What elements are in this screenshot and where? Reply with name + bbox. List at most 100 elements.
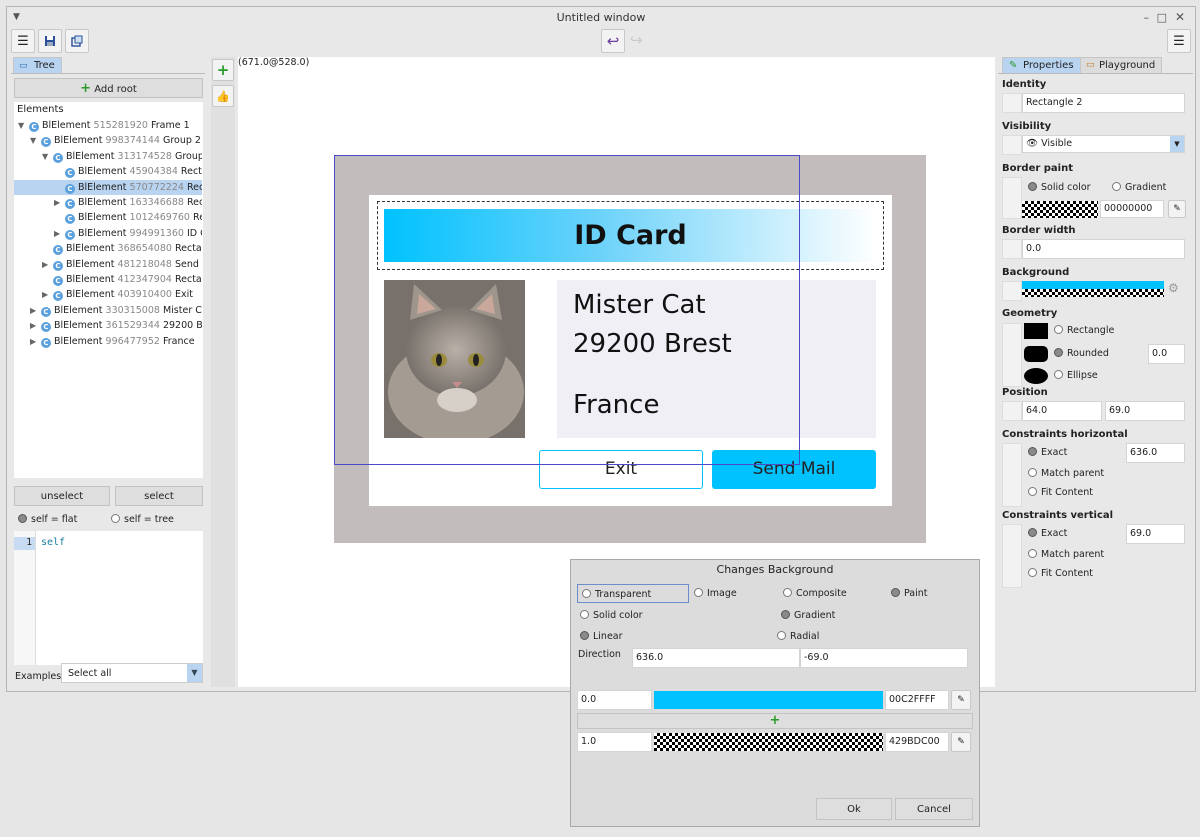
- gradient-radio[interactable]: Gradient: [781, 610, 835, 621]
- menu-button[interactable]: ☰: [11, 29, 35, 53]
- visibility-select[interactable]: 👁 Visible ▼: [1022, 135, 1185, 153]
- stop2-color-field[interactable]: 429BDC00: [885, 732, 949, 752]
- window-menu-icon[interactable]: ▼: [13, 7, 20, 28]
- stop2-position-field[interactable]: 1.0: [577, 732, 652, 752]
- composite-radio[interactable]: Composite: [783, 588, 847, 599]
- minimize-icon[interactable]: –: [1144, 7, 1150, 28]
- tree-row[interactable]: ▶CBlElement 361529344 29200 Brest: [14, 318, 202, 333]
- border-gradient-radio[interactable]: Gradient: [1112, 182, 1166, 193]
- border-solid-radio[interactable]: Solid color: [1028, 182, 1091, 193]
- gear-icon[interactable]: ⚙: [1168, 281, 1179, 295]
- select-button[interactable]: select: [115, 486, 203, 506]
- self-flat-radio[interactable]: self = flat: [18, 514, 77, 525]
- geo-ellipse-radio[interactable]: Ellipse: [1054, 370, 1098, 381]
- geo-rounded-radio[interactable]: Rounded: [1054, 348, 1109, 359]
- ch-fit-radio[interactable]: Fit Content: [1028, 487, 1093, 498]
- add-root-button[interactable]: + Add root: [14, 78, 203, 98]
- visibility-edit-icon[interactable]: [1002, 135, 1022, 155]
- collapsed-arrow-icon[interactable]: ▶: [54, 195, 65, 210]
- self-tree-radio[interactable]: self = tree: [111, 514, 174, 525]
- tab-tree[interactable]: ▭ Tree: [13, 57, 62, 73]
- ch-exact-field[interactable]: 636.0: [1126, 443, 1185, 463]
- eyedropper-button[interactable]: ✎: [1168, 200, 1186, 218]
- collapsed-arrow-icon[interactable]: ▶: [54, 226, 65, 241]
- cv-exact-field[interactable]: 69.0: [1126, 524, 1185, 544]
- examples-select[interactable]: Select all ▼: [61, 663, 203, 683]
- background-edit-icon[interactable]: [1002, 281, 1022, 301]
- collapsed-arrow-icon[interactable]: ▶: [30, 334, 41, 349]
- constraints-v-edit-icon[interactable]: [1002, 524, 1022, 588]
- tree-row[interactable]: CBlElement 368654080 Rectangle: [14, 241, 202, 256]
- paint-radio[interactable]: Paint: [891, 588, 928, 599]
- stop1-eyedropper-button[interactable]: ✎: [951, 690, 971, 710]
- position-y-field[interactable]: 69.0: [1105, 401, 1185, 421]
- tree-row[interactable]: ▶ C BlElement 403910400 Exit: [14, 287, 202, 302]
- tab-properties[interactable]: ✎ Properties: [1002, 57, 1081, 73]
- identity-edit-icon[interactable]: [1002, 93, 1022, 113]
- cv-match-radio[interactable]: Match parent: [1028, 549, 1104, 560]
- border-width-edit-icon[interactable]: [1002, 239, 1022, 259]
- tree-row[interactable]: ▶CBlElement 163346688 Rectan: [14, 195, 202, 210]
- border-color-field[interactable]: 00000000: [1100, 200, 1164, 218]
- linear-radio[interactable]: Linear: [580, 631, 623, 642]
- tree-row[interactable]: CBlElement 570772224 Rectan: [14, 179, 202, 195]
- image-radio[interactable]: Image: [694, 588, 737, 599]
- tree-row[interactable]: CBlElement 1012469760 Recta: [14, 210, 202, 225]
- redo-button[interactable]: ↪: [630, 31, 643, 49]
- geo-rounded-field[interactable]: 0.0: [1148, 344, 1185, 364]
- cv-fit-radio[interactable]: Fit Content: [1028, 568, 1093, 579]
- maximize-icon[interactable]: □: [1157, 7, 1167, 28]
- expanded-arrow-icon[interactable]: ▼: [18, 118, 29, 133]
- stop1-color-swatch[interactable]: [654, 691, 883, 709]
- position-x-field[interactable]: 64.0: [1022, 401, 1102, 421]
- undo-button[interactable]: ↩: [601, 29, 625, 53]
- tree-row[interactable]: ▶ C BlElement 996477952 France: [14, 334, 202, 349]
- stop2-color-swatch[interactable]: [654, 733, 883, 751]
- unselect-button[interactable]: unselect: [14, 486, 110, 506]
- right-menu-button[interactable]: ☰: [1167, 29, 1191, 53]
- expanded-arrow-icon[interactable]: ▼: [30, 133, 41, 148]
- identity-field[interactable]: Rectangle 2: [1022, 93, 1185, 113]
- add-element-button[interactable]: +: [212, 59, 234, 81]
- geometry-edit-icon[interactable]: [1002, 323, 1022, 387]
- tree-row[interactable]: CBlElement 45904384 Rectan: [14, 164, 202, 179]
- geo-rectangle-radio[interactable]: Rectangle: [1054, 325, 1114, 336]
- ok-button[interactable]: Ok: [816, 798, 892, 820]
- solid-color-radio[interactable]: Solid color: [580, 610, 643, 621]
- collapsed-arrow-icon[interactable]: ▶: [42, 257, 53, 272]
- ch-exact-radio[interactable]: Exact: [1028, 447, 1067, 458]
- background-preview[interactable]: [1022, 281, 1164, 297]
- collapsed-arrow-icon[interactable]: ▶: [30, 303, 41, 318]
- expanded-arrow-icon[interactable]: ▼: [42, 149, 53, 164]
- direction-y-field[interactable]: -69.0: [800, 648, 968, 668]
- collapsed-arrow-icon[interactable]: ▶: [30, 318, 41, 333]
- direction-x-field[interactable]: 636.0: [632, 648, 800, 668]
- tree-row[interactable]: CBlElement 412347904 Rectangle: [14, 272, 202, 287]
- tree-row[interactable]: ▶CBlElement 994991360 ID Car: [14, 226, 202, 241]
- save-button[interactable]: [38, 29, 62, 53]
- tree-row[interactable]: ▶CBlElement 481218048 Send Mai: [14, 257, 202, 272]
- stop2-eyedropper-button[interactable]: ✎: [951, 732, 971, 752]
- tree-row[interactable]: ▼ C BlElement 998374144 Group 2: [14, 133, 202, 148]
- radial-radio[interactable]: Radial: [777, 631, 819, 642]
- stop1-color-field[interactable]: 00C2FFFF: [885, 690, 949, 710]
- export-button[interactable]: [65, 29, 89, 53]
- tree-row[interactable]: ▼ C BlElement 515281920 Frame 1: [14, 118, 202, 133]
- transparent-radio[interactable]: Transparent: [577, 584, 689, 603]
- border-color-swatch[interactable]: [1022, 201, 1098, 218]
- collapsed-arrow-icon[interactable]: ▶: [42, 287, 53, 302]
- approve-button[interactable]: 👍: [212, 85, 234, 107]
- tab-playground[interactable]: ▭ Playground: [1080, 57, 1163, 73]
- cancel-button[interactable]: Cancel: [895, 798, 973, 820]
- border-edit-icon[interactable]: [1002, 177, 1022, 219]
- border-width-field[interactable]: 0.0: [1022, 239, 1185, 259]
- stop1-position-field[interactable]: 0.0: [577, 690, 652, 710]
- position-edit-icon[interactable]: [1002, 401, 1022, 421]
- close-icon[interactable]: ✕: [1175, 7, 1185, 28]
- code-editor[interactable]: 1 self: [14, 531, 203, 665]
- tree-row[interactable]: ▼CBlElement 313174528 Group 1: [14, 149, 202, 164]
- constraints-h-edit-icon[interactable]: [1002, 443, 1022, 507]
- tree-row[interactable]: ▶CBlElement 330315008 Mister Cat: [14, 303, 202, 318]
- cv-exact-radio[interactable]: Exact: [1028, 528, 1067, 539]
- ch-match-radio[interactable]: Match parent: [1028, 468, 1104, 479]
